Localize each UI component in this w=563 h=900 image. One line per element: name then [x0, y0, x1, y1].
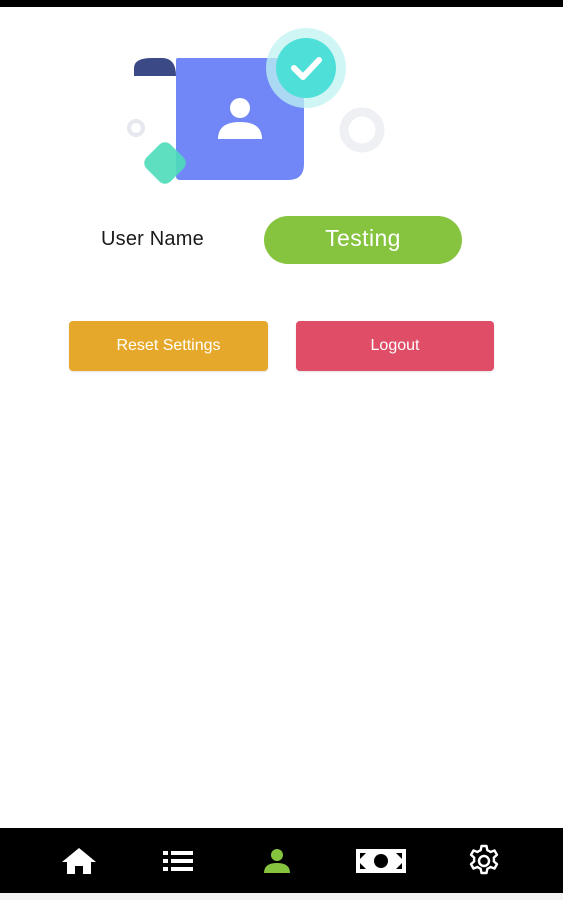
nav-profile[interactable]	[247, 828, 307, 893]
nav-money[interactable]	[350, 828, 412, 893]
screen-bottom-edge	[0, 893, 563, 900]
logout-button[interactable]: Logout	[296, 321, 494, 371]
decor-ring-large	[339, 107, 385, 153]
nav-list[interactable]	[148, 828, 208, 893]
username-row: User Name Testing	[0, 214, 563, 266]
bottom-navigation	[0, 828, 563, 893]
card-tab	[134, 58, 176, 76]
money-icon	[356, 848, 406, 873]
username-label: User Name	[101, 228, 204, 250]
gear-icon	[469, 844, 499, 874]
nav-home[interactable]	[49, 828, 109, 893]
reset-settings-button[interactable]: Reset Settings	[69, 321, 268, 371]
user-icon	[264, 848, 290, 873]
username-value-pill: Testing	[264, 216, 462, 264]
nav-settings[interactable]	[454, 828, 514, 893]
decor-ring-small	[127, 119, 145, 137]
status-bar	[0, 0, 563, 7]
list-icon	[163, 850, 193, 871]
check-badge-icon	[266, 28, 346, 108]
profile-illustration	[127, 28, 385, 184]
home-icon	[62, 847, 96, 874]
